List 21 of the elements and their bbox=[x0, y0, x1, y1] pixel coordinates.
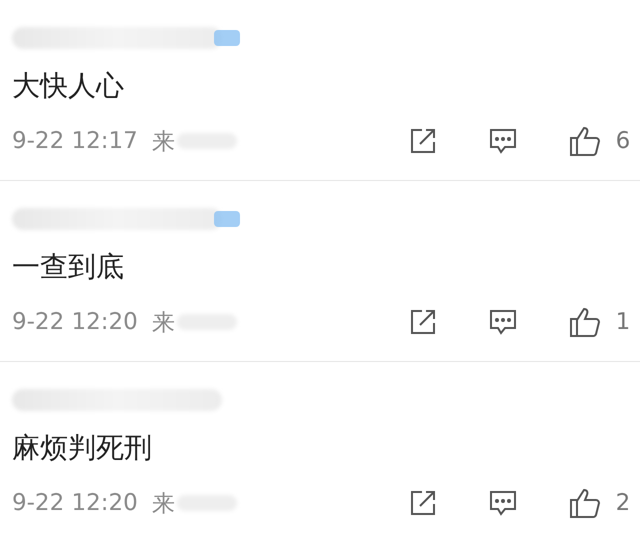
share-icon[interactable] bbox=[408, 488, 438, 518]
like-count: 1 bbox=[614, 309, 632, 335]
thumbs-up-icon[interactable] bbox=[568, 306, 602, 338]
comment-text: 麻烦判死刑 bbox=[12, 430, 153, 466]
source-label: 来 bbox=[152, 308, 175, 338]
comment-time: 9-22 12:20 bbox=[12, 309, 139, 335]
comment-time: 9-22 12:20 bbox=[12, 490, 139, 516]
like-count: 2 bbox=[614, 490, 632, 516]
comment-text: 一查到底 bbox=[12, 249, 125, 285]
comment-icon[interactable] bbox=[488, 489, 518, 517]
comment-icon[interactable] bbox=[488, 127, 518, 155]
thumbs-up-icon[interactable] bbox=[568, 487, 602, 519]
like-count: 6 bbox=[614, 128, 632, 154]
source-label: 来 bbox=[152, 490, 175, 518]
thumbs-up-icon[interactable] bbox=[568, 125, 602, 157]
comment-icon[interactable] bbox=[488, 308, 518, 336]
share-icon[interactable] bbox=[408, 307, 438, 337]
comment-time: 9-22 12:17 bbox=[12, 128, 139, 154]
source-label: 来 bbox=[152, 128, 175, 156]
comment-text: 大快人心 bbox=[12, 68, 125, 104]
share-icon[interactable] bbox=[408, 126, 438, 156]
